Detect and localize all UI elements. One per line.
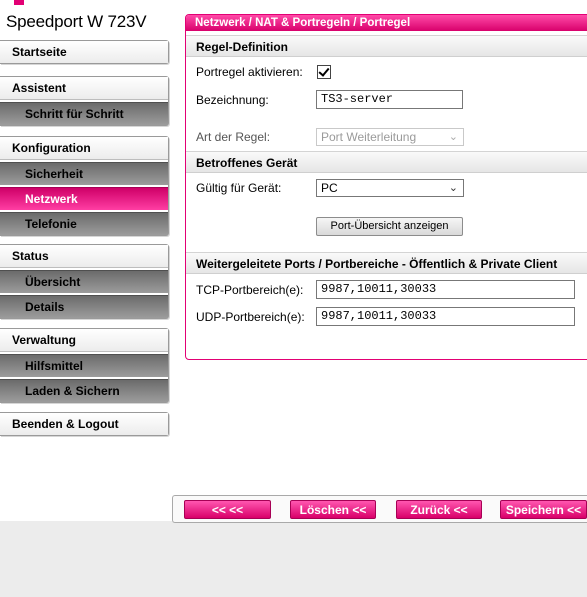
nav-item-startseite[interactable]: Startseite <box>0 41 168 63</box>
rule-type-value: Port Weiterleitung <box>321 130 417 144</box>
nav-group-logout: Beenden & Logout <box>0 412 169 436</box>
nav-item-laden-sichern[interactable]: Laden & Sichern <box>0 379 168 402</box>
nav-head-status[interactable]: Status <box>0 245 168 268</box>
section-forwarded-ports: Weitergeleitete Ports / Portbereiche - Ö… <box>186 252 587 274</box>
breadcrumb: Netzwerk / NAT & Portregeln / Portregel <box>186 15 587 31</box>
nav-group-config: Konfiguration Sicherheit Netzwerk Telefo… <box>0 136 169 236</box>
nav-head-verwaltung[interactable]: Verwaltung <box>0 329 168 352</box>
nav-item-details[interactable]: Details <box>0 295 168 318</box>
nav-head-konfiguration[interactable]: Konfiguration <box>0 137 168 160</box>
activate-label: Portregel aktivieren: <box>196 65 303 79</box>
udp-input[interactable]: 9987,10011,30033 <box>316 307 575 326</box>
back-button[interactable]: Zurück << <box>396 500 482 519</box>
activate-checkbox[interactable] <box>317 65 331 79</box>
nav-item-uebersicht[interactable]: Übersicht <box>0 270 168 293</box>
tcp-input[interactable]: 9987,10011,30033 <box>316 280 575 299</box>
chevron-down-icon: ⌄ <box>448 182 458 194</box>
udp-label: UDP-Portbereich(e): <box>196 310 305 324</box>
nav-group-assistant: Assistent Schritt für Schritt <box>0 76 169 126</box>
device-select[interactable]: PC ⌄ <box>316 179 464 197</box>
device-title: Speedport W 723V <box>6 12 147 31</box>
chevron-down-icon: ⌄ <box>448 131 458 143</box>
back-all-button[interactable]: << << <box>184 500 271 519</box>
rule-type-select: Port Weiterleitung ⌄ <box>316 128 464 146</box>
name-label: Bezeichnung: <box>196 93 269 107</box>
delete-button[interactable]: Löschen << <box>290 500 376 519</box>
tcp-label: TCP-Portbereich(e): <box>196 283 304 297</box>
port-overview-button[interactable]: Port-Übersicht anzeigen <box>316 217 463 236</box>
nav-group-admin: Verwaltung Hilfsmittel Laden & Sichern <box>0 328 169 403</box>
nav-item-sicherheit[interactable]: Sicherheit <box>0 162 168 185</box>
footer-background <box>0 521 587 597</box>
name-input[interactable]: TS3-server <box>316 90 463 109</box>
nav-head-assistant[interactable]: Assistent <box>0 77 168 100</box>
device-value: PC <box>321 181 338 195</box>
nav-item-logout[interactable]: Beenden & Logout <box>0 413 168 435</box>
section-device: Betroffenes Gerät <box>186 151 587 173</box>
port-rule-panel: Netzwerk / NAT & Portregeln / Portregel … <box>185 14 587 360</box>
nav-item-netzwerk[interactable]: Netzwerk <box>0 187 168 210</box>
telekom-logo <box>14 0 24 5</box>
device-label: Gültig für Gerät: <box>196 181 282 195</box>
nav-group-status: Status Übersicht Details <box>0 244 169 319</box>
nav-group-home: Startseite <box>0 40 169 64</box>
nav-item-schritt-fuer-schritt[interactable]: Schritt für Schritt <box>0 102 168 125</box>
section-rule-definition: Regel-Definition <box>186 35 587 57</box>
rule-type-label: Art der Regel: <box>196 130 271 144</box>
nav-item-telefonie[interactable]: Telefonie <box>0 212 168 235</box>
save-button[interactable]: Speichern << <box>500 500 587 519</box>
nav-item-hilfsmittel[interactable]: Hilfsmittel <box>0 354 168 377</box>
